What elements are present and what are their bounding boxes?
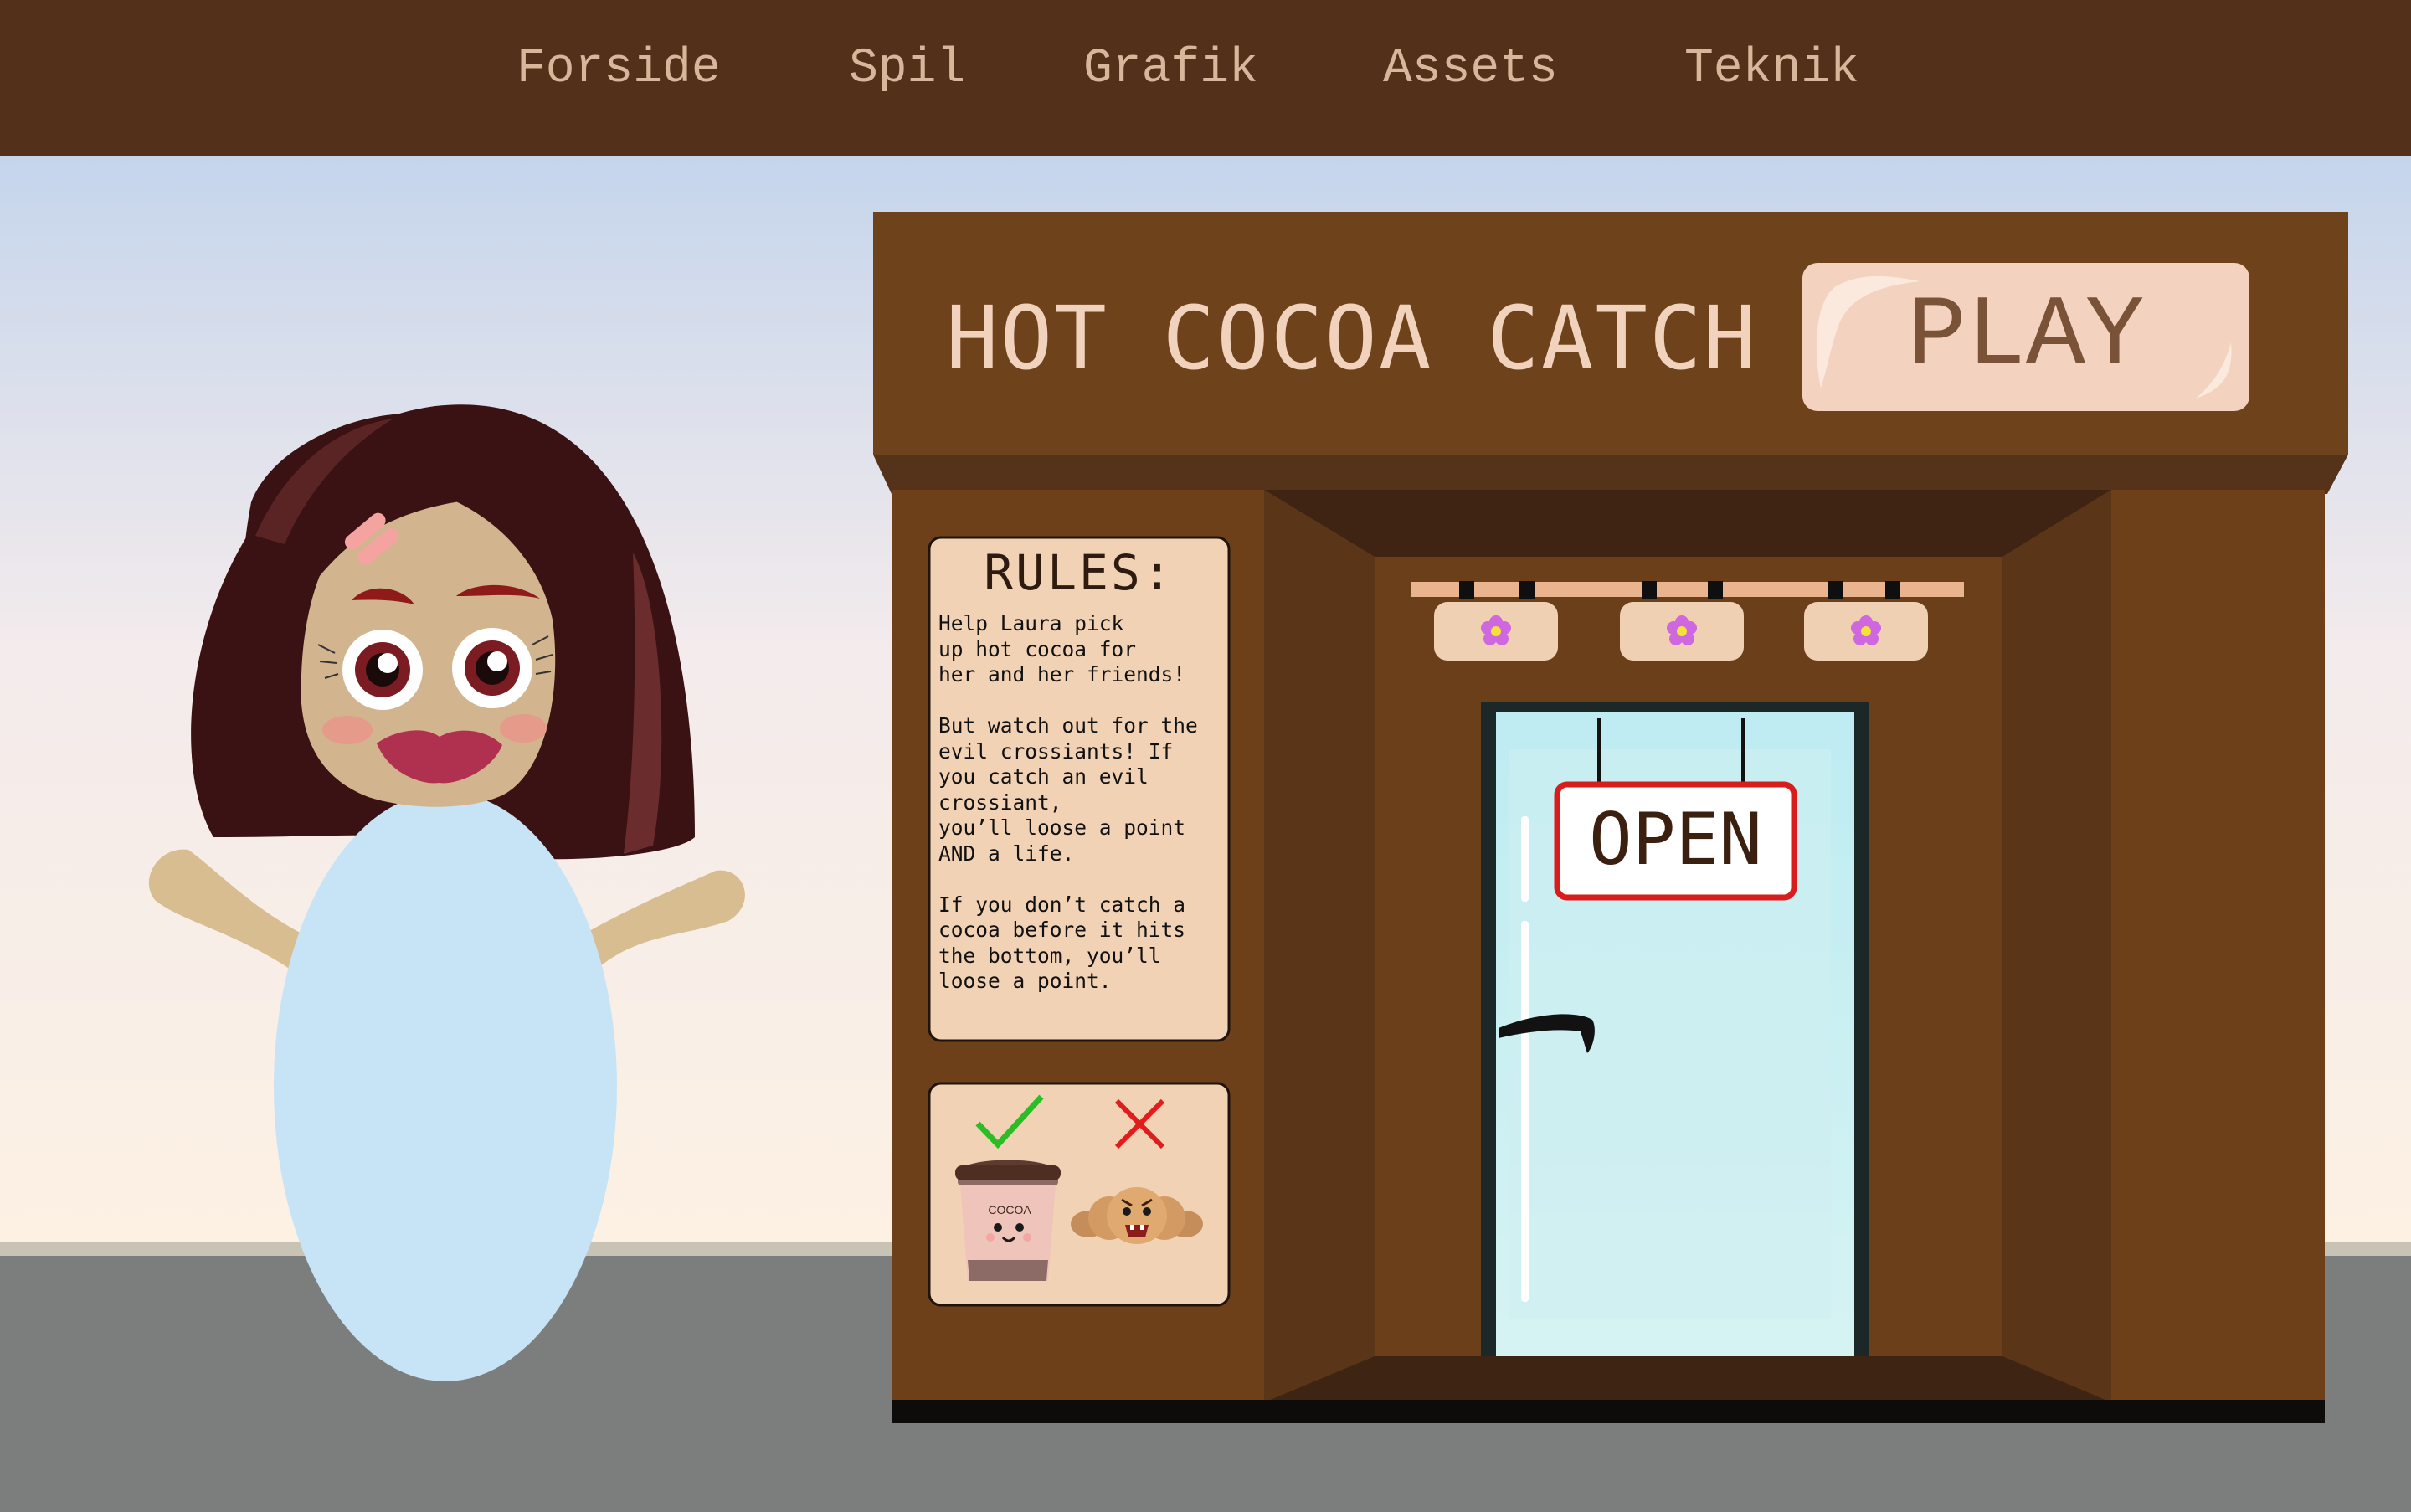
nav-link-grafik[interactable]: Grafik [1083, 40, 1258, 99]
rules-text: Help Laura pick up hot cocoa for her and… [938, 611, 1198, 993]
laura-dress [274, 792, 617, 1381]
flower-box-rail [1411, 581, 1964, 599]
nav-link-spil[interactable]: Spil [849, 40, 965, 99]
flower-box-1 [1434, 602, 1558, 661]
rules-heading: RULES: [984, 544, 1175, 601]
game-title: HOT COCOA CATCH [946, 287, 1758, 389]
play-button-label: PLAY [1907, 281, 2145, 393]
shop-base [892, 1400, 2325, 1423]
cocoa-cup-icon [955, 1160, 1061, 1281]
nav-link-forside[interactable]: Forside [517, 40, 721, 99]
open-sign-text: OPEN [1588, 798, 1763, 882]
nav-link-teknik[interactable]: Teknik [1684, 40, 1859, 99]
flower-box-2 [1620, 602, 1744, 661]
nav-link-assets[interactable]: Assets [1383, 40, 1558, 99]
flower-box-3 [1804, 602, 1928, 661]
cocoa-cup-label: COCOA [988, 1203, 1031, 1216]
play-button[interactable]: PLAY [1802, 263, 2249, 411]
